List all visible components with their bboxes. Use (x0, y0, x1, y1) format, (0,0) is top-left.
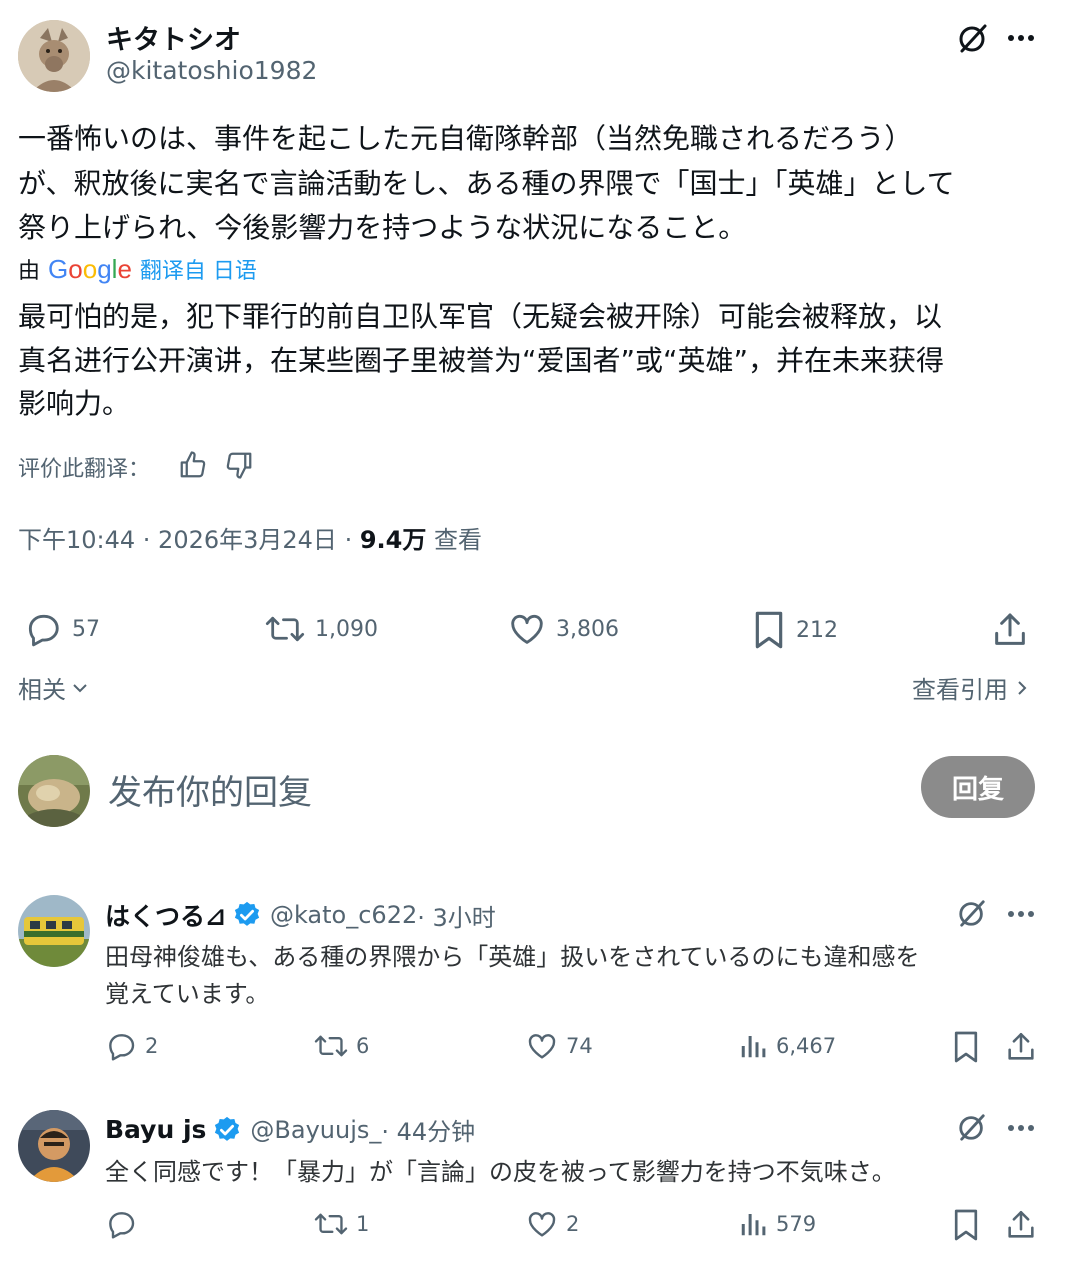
tweet-time[interactable]: 下午10:44 · 2026年3月24日 · (18, 526, 360, 554)
heart-icon (511, 614, 543, 644)
share-icon[interactable] (1004, 1208, 1038, 1242)
like-action[interactable]: 3,806 (508, 610, 619, 648)
analytics-icon (741, 1214, 766, 1236)
reply-icon (109, 1034, 135, 1061)
tweet-text-line: 一番怖いのは、事件を起こした元自衛隊幹部（当然免職されるだろう） (18, 122, 913, 155)
retweet-action[interactable]: 1 (314, 1208, 369, 1240)
bookmark-icon[interactable] (952, 1208, 980, 1242)
reply-icon (109, 1212, 135, 1239)
reply-time[interactable]: · 3小时 (417, 898, 496, 933)
reply-author-handle[interactable]: @kato_c622 (270, 901, 417, 929)
reply-action[interactable] (105, 1208, 145, 1240)
reply-text-line: 全く同感です！「暴力」が「言論」の皮を被って影響力を持つ不気味さ。 (105, 1158, 896, 1186)
translate-prefix: 由 (18, 259, 41, 284)
google-logo: Google (48, 253, 132, 284)
translation-text-line: 最可怕的是，犯下罪行的前自卫队军官（无疑会被开除）可能会被释放，以 (18, 300, 943, 333)
retweet-count: 6 (356, 1034, 370, 1058)
retweet-icon (314, 1035, 348, 1057)
reply-count: 2 (145, 1034, 159, 1058)
translation-attribution: 由 Google 翻译自 日语 (18, 253, 257, 285)
bookmark-action[interactable]: 212 (752, 610, 838, 650)
user-avatar[interactable] (18, 755, 90, 827)
retweet-icon (314, 1213, 348, 1235)
related-dropdown[interactable]: 相关 (18, 670, 90, 705)
reply-action[interactable]: 2 (105, 1030, 158, 1062)
view-count: 6,467 (776, 1034, 837, 1058)
rate-translation-label: 评价此翻译： (18, 457, 151, 482)
author-avatar[interactable] (18, 20, 90, 92)
reply-author-handle[interactable]: @Bayuujs_ (250, 1116, 381, 1144)
reply-time[interactable]: · 44分钟 (381, 1112, 475, 1147)
tweet-text-line: が、釈放後に実名で言論活動をし、ある種の界隈で「国士」「英雄」として (18, 167, 955, 200)
tweet-text-line: 祭り上げられ、今後影響力を持つような状況になること。 (18, 211, 747, 244)
reply-author-name[interactable]: Bayu js (105, 1115, 206, 1144)
reply-avatar[interactable] (18, 895, 90, 967)
tweet-timestamp: 下午10:44 · 2026年3月24日 · 9.4万 查看 (18, 520, 482, 555)
reply-avatar[interactable] (18, 1110, 90, 1182)
like-count: 74 (566, 1034, 593, 1058)
translation-text-line: 影响力。 (18, 387, 131, 420)
chevron-down-icon (73, 683, 87, 692)
like-count: 3,806 (556, 616, 619, 642)
reply-header: Bayu js @Bayuujs_ · 44分钟 (105, 1112, 475, 1147)
share-icon[interactable] (1004, 1030, 1038, 1064)
retweet-action[interactable]: 6 (314, 1030, 369, 1062)
reply-text-line: 田母神俊雄も、ある種の界隈から「英雄」扱いをされているのにも違和感を (105, 943, 920, 971)
bookmark-icon (755, 611, 783, 649)
more-options-icon[interactable] (1006, 1118, 1036, 1138)
reply-count: 57 (72, 616, 100, 642)
reply-button-label: 回复 (951, 774, 1004, 805)
reply-action[interactable]: 57 (24, 610, 100, 648)
verified-badge-icon (234, 901, 260, 926)
more-options-icon[interactable] (1006, 28, 1036, 48)
reply-text-line: 覚えています。 (105, 980, 270, 1008)
retweet-icon (265, 616, 305, 642)
grok-icon[interactable] (957, 1112, 987, 1142)
thumbs-down-icon[interactable] (224, 450, 254, 480)
analytics-icon (741, 1036, 766, 1058)
share-icon[interactable] (990, 610, 1030, 650)
reply-icon (28, 614, 59, 647)
like-action[interactable]: 2 (526, 1208, 579, 1240)
view-count: 9.4万 (359, 526, 427, 554)
like-action[interactable]: 74 (526, 1030, 593, 1062)
retweet-count: 1 (356, 1212, 370, 1236)
bookmark-count: 212 (796, 617, 838, 643)
view-label: 查看 (426, 526, 482, 554)
heart-icon (528, 1034, 556, 1059)
reply-header: はくつる⊿ @kato_c622 · 3小时 (105, 897, 496, 933)
retweet-action[interactable]: 1,090 (265, 610, 378, 648)
reply-button[interactable]: 回复 (921, 756, 1035, 818)
heart-icon (528, 1212, 556, 1237)
view-count: 579 (776, 1212, 817, 1236)
author-name[interactable]: キタトシオ (106, 18, 241, 57)
related-label: 相关 (18, 676, 66, 704)
translation-text-line: 真名进行公开演讲，在某些圈子里被誉为“爱国者”或“英雄”，并在未来获得 (18, 344, 945, 377)
views-action[interactable]: 6,467 (738, 1030, 836, 1062)
views-action[interactable]: 579 (738, 1208, 816, 1240)
thumbs-up-icon[interactable] (178, 450, 208, 480)
author-handle[interactable]: @kitatoshio1982 (106, 56, 317, 85)
verified-badge-icon (215, 1116, 240, 1141)
more-options-icon[interactable] (1006, 904, 1036, 924)
view-quotes-label: 查看引用 (912, 676, 1008, 704)
retweet-count: 1,090 (315, 616, 378, 642)
like-count: 2 (566, 1212, 580, 1236)
reply-input[interactable]: 发布你的回复 (108, 765, 312, 814)
translate-link[interactable]: 翻译自 日语 (140, 253, 257, 285)
reply-author-name[interactable]: はくつる⊿ (105, 897, 226, 933)
grok-icon[interactable] (957, 22, 989, 54)
view-quotes-link[interactable]: 查看引用 (912, 670, 1032, 705)
chevron-right-icon (1018, 680, 1027, 695)
grok-icon[interactable] (957, 898, 987, 928)
bookmark-icon[interactable] (952, 1030, 980, 1064)
